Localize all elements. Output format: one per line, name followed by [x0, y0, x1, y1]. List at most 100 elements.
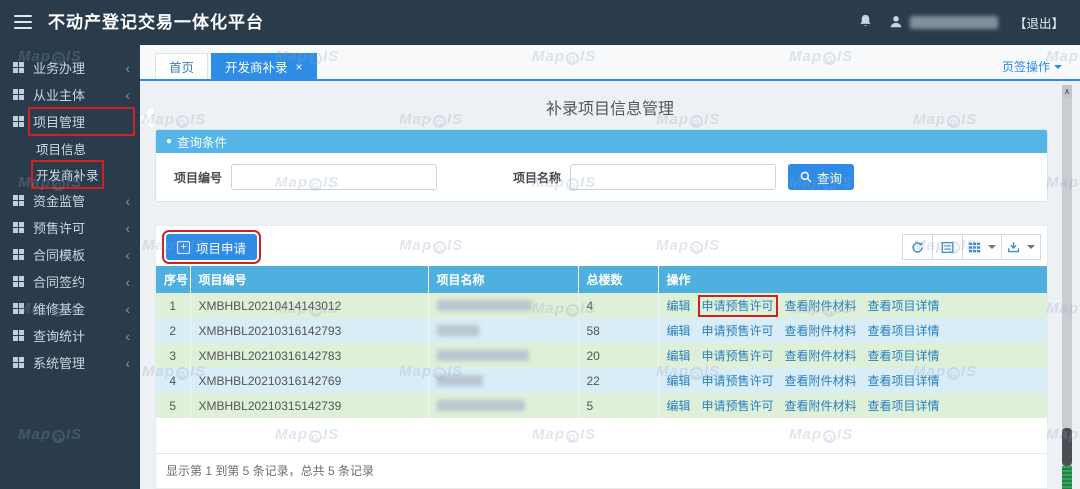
- table-header-row: 序号 项目编号 项目名称 总楼数 操作: [156, 266, 1047, 293]
- op-link-编辑[interactable]: 编辑: [667, 399, 691, 413]
- sidebar-item-维修基金[interactable]: 维修基金 ‹: [0, 295, 140, 322]
- toggle-view-icon: [941, 241, 954, 253]
- table-row: 4 XMBHBL20210316142769 22 编辑 申请预售许可 查看附件材料 查看项…: [156, 368, 1047, 393]
- tab-actions-dropdown[interactable]: 页签操作: [1002, 58, 1062, 75]
- scrollbar-thumb[interactable]: [1062, 428, 1072, 466]
- chevron-left-icon: ‹: [125, 59, 130, 76]
- hamburger-menu-icon[interactable]: [14, 15, 32, 33]
- sidebar-item-合同签约[interactable]: 合同签约 ‹: [0, 268, 140, 295]
- app-title: 不动产登记交易一体化平台: [48, 13, 264, 32]
- projects-table: 序号 项目编号 项目名称 总楼数 操作 1 XMBHBL20210414143012 4 编辑…: [156, 266, 1047, 418]
- op-link-申请预售许可[interactable]: 申请预售许可: [697, 295, 778, 317]
- op-link-申请预售许可[interactable]: 申请预售许可: [702, 349, 774, 363]
- op-link-查看附件材料[interactable]: 查看附件材料: [785, 349, 857, 363]
- sidebar-item-从业主体[interactable]: 从业主体 ‹: [0, 81, 140, 108]
- op-link-编辑[interactable]: 编辑: [667, 299, 691, 313]
- cell-row-number: 2: [156, 318, 191, 343]
- cell-row-number: 1: [156, 293, 191, 318]
- blurred-text: [436, 375, 483, 386]
- tab-开发商补录[interactable]: 开发商补录 ×: [211, 53, 317, 79]
- cell-total-buildings: 20: [578, 343, 659, 368]
- refresh-icon: [912, 241, 923, 253]
- op-link-编辑[interactable]: 编辑: [667, 374, 691, 388]
- op-link-申请预售许可[interactable]: 申请预售许可: [702, 399, 774, 413]
- tab-bar: 首页 开发商补录 × 页签操作: [140, 45, 1080, 81]
- cell-total-buildings: 4: [578, 293, 659, 318]
- cell-project-name-blurred: [428, 343, 579, 368]
- chevron-left-icon: ‹: [125, 354, 130, 371]
- table-row: 1 XMBHBL20210414143012 4 编辑 申请预售许可 查看附件材料 查看项目…: [156, 293, 1047, 318]
- project-name-label: 项目名称: [513, 170, 562, 185]
- cell-project-name-blurred: [428, 293, 579, 318]
- project-name-input[interactable]: [570, 164, 777, 190]
- query-panel-header: ● 查询条件: [156, 130, 1047, 153]
- sidebar-item-label: 合同模板: [33, 248, 86, 263]
- cell-project-code: XMBHBL20210316142783: [190, 343, 429, 368]
- sidebar-item-资金监管[interactable]: 资金监管 ‹: [0, 187, 140, 214]
- op-link-查看附件材料[interactable]: 查看附件材料: [785, 299, 857, 313]
- sidebar-item-label: 预售许可: [33, 221, 86, 236]
- column-header-项目编号: 项目编号: [190, 266, 429, 293]
- columns-button[interactable]: [962, 234, 1002, 260]
- sidebar-item-预售许可[interactable]: 预售许可 ‹: [0, 214, 140, 241]
- query-panel: ● 查询条件 项目编号 项目名称 查询: [155, 129, 1048, 202]
- tab-首页[interactable]: 首页: [155, 53, 209, 79]
- refresh-button[interactable]: [902, 234, 933, 260]
- cell-row-number: 5: [156, 393, 191, 418]
- cell-project-code: XMBHBL20210316142793: [190, 318, 429, 343]
- blurred-text: [436, 300, 532, 311]
- project-code-input[interactable]: [231, 164, 438, 190]
- cell-project-code: XMBHBL20210414143012: [190, 293, 429, 318]
- export-button[interactable]: [1001, 234, 1041, 260]
- toggle-view-button[interactable]: [932, 234, 963, 260]
- sidebar-item-项目管理[interactable]: 项目管理: [0, 107, 140, 136]
- op-link-查看附件材料[interactable]: 查看附件材料: [785, 399, 857, 413]
- table-row: 2 XMBHBL20210316142793 58 编辑 申请预售许可 查看附件材料 查看项…: [156, 318, 1047, 343]
- search-icon: [800, 171, 812, 183]
- user-account[interactable]: [889, 14, 998, 32]
- op-link-查看项目详情[interactable]: 查看项目详情: [868, 399, 940, 413]
- chevron-left-icon: ‹: [125, 273, 130, 290]
- search-button[interactable]: 查询: [788, 164, 855, 190]
- op-link-申请预售许可[interactable]: 申请预售许可: [702, 324, 774, 338]
- op-link-查看项目详情[interactable]: 查看项目详情: [868, 299, 940, 313]
- close-icon[interactable]: ×: [296, 60, 303, 74]
- op-link-查看项目详情[interactable]: 查看项目详情: [868, 374, 940, 388]
- op-link-编辑[interactable]: 编辑: [667, 349, 691, 363]
- sidebar-subitem-开发商补录[interactable]: 开发商补录: [0, 159, 140, 189]
- sidebar-item-label: 查询统计: [33, 329, 86, 344]
- bell-icon[interactable]: [858, 13, 873, 32]
- sidebar-item-label: 从业主体: [33, 88, 86, 103]
- sidebar-subitem-项目信息[interactable]: 项目信息: [0, 135, 140, 161]
- sidebar-item-业务办理[interactable]: 业务办理 ‹: [0, 54, 140, 81]
- grid-icon: [13, 62, 24, 73]
- cell-project-name-blurred: [428, 368, 579, 393]
- add-project-button[interactable]: + 项目申请: [161, 230, 262, 264]
- grid-icon: [13, 222, 24, 233]
- op-link-查看附件材料[interactable]: 查看附件材料: [785, 374, 857, 388]
- pagination-info: 显示第 1 到第 5 条记录，总共 5 条记录: [156, 453, 1047, 488]
- scroll-up-arrow-icon[interactable]: ∧: [1062, 85, 1072, 98]
- sidebar-item-合同模板[interactable]: 合同模板 ‹: [0, 241, 140, 268]
- cell-row-number: 3: [156, 343, 191, 368]
- content-area: 首页 开发商补录 × 页签操作 补录项目信息管理 ● 查询条件 项目编号 项目名称 …: [140, 45, 1080, 489]
- sidebar-item-label: 业务办理: [33, 61, 86, 76]
- column-header-序号: 序号: [156, 266, 191, 293]
- op-link-查看项目详情[interactable]: 查看项目详情: [868, 349, 940, 363]
- column-header-操作: 操作: [658, 266, 1047, 293]
- op-link-查看项目详情[interactable]: 查看项目详情: [868, 324, 940, 338]
- op-link-编辑[interactable]: 编辑: [667, 324, 691, 338]
- vertical-scrollbar[interactable]: ∧: [1062, 85, 1072, 489]
- op-link-查看附件材料[interactable]: 查看附件材料: [785, 324, 857, 338]
- op-link-申请预售许可[interactable]: 申请预售许可: [702, 374, 774, 388]
- scrollbar-grip[interactable]: [1062, 466, 1072, 489]
- sidebar-item-label: 项目管理: [28, 107, 135, 136]
- sidebar-nav: 业务办理 ‹ 从业主体 ‹ 项目管理 项目信息 开发商补录 资金监管 ‹ 预售许可 ‹ 合同模板 ‹ 合同…: [0, 45, 140, 489]
- sidebar-item-查询统计[interactable]: 查询统计 ‹: [0, 322, 140, 349]
- logout-link[interactable]: 【退出】: [1014, 13, 1064, 32]
- sidebar-item-系统管理[interactable]: 系统管理 ‹: [0, 349, 140, 376]
- grid-icon: [13, 195, 24, 206]
- chevron-left-icon: ‹: [125, 219, 130, 236]
- column-header-总楼数: 总楼数: [578, 266, 659, 293]
- cell-operations: 编辑 申请预售许可 查看附件材料 查看项目详情: [658, 343, 1047, 368]
